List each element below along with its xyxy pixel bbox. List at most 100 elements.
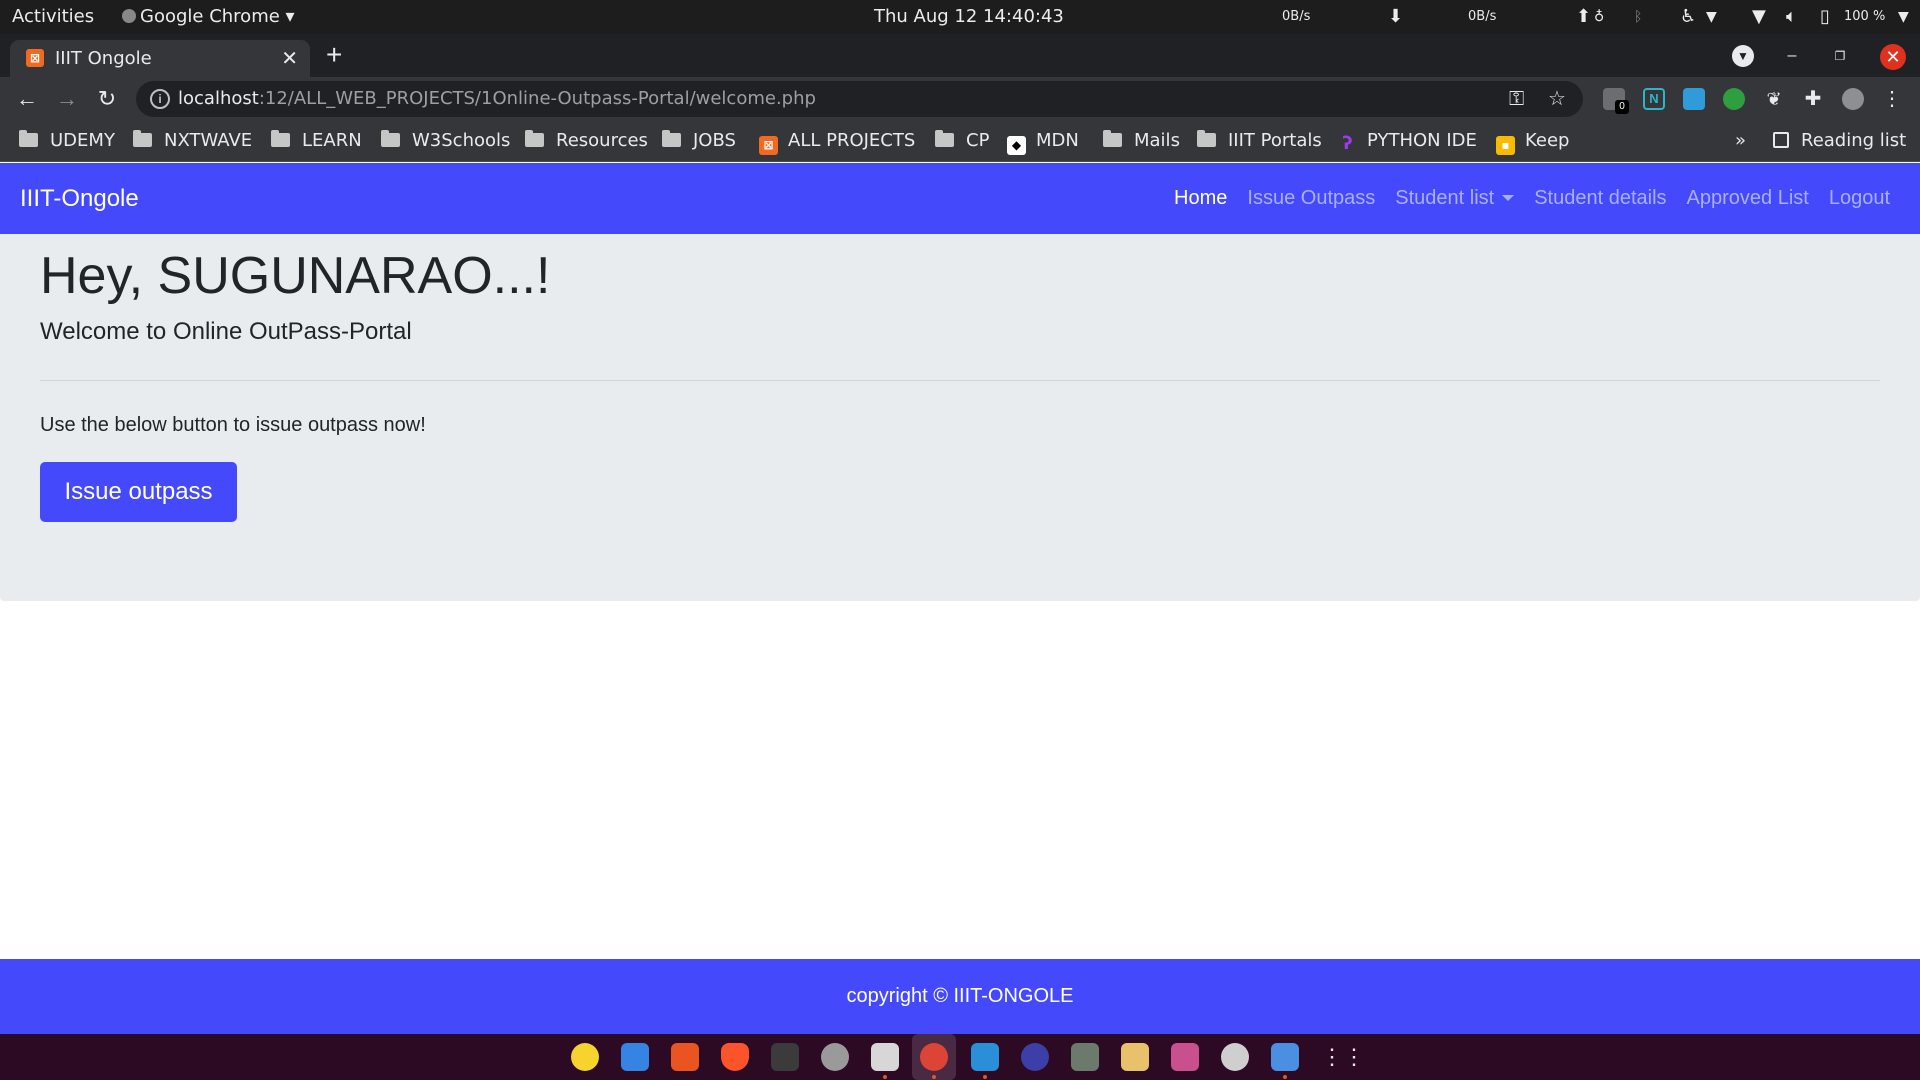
bookmarks-bar: UDEMY NXTWAVE LEARN W3Schools Resources …	[0, 121, 1920, 162]
bookmark-label: UDEMY	[50, 130, 115, 151]
bookmark-label: PYTHON IDE	[1367, 130, 1477, 151]
bookmark-nxtwave[interactable]: NXTWAVE	[133, 121, 252, 161]
nav-issue-outpass[interactable]: Issue Outpass	[1247, 187, 1375, 210]
file-manager-icon[interactable]	[1121, 1043, 1149, 1071]
nav-approved-list[interactable]: Approved List	[1687, 187, 1809, 210]
chrome-icon[interactable]	[920, 1043, 948, 1071]
chevron-down-icon[interactable]: ▼	[1706, 0, 1717, 34]
files-icon[interactable]	[871, 1043, 899, 1071]
activities-button[interactable]: Activities	[12, 0, 94, 34]
minimize-button[interactable]: –	[1780, 44, 1804, 68]
nav-home[interactable]: Home	[1174, 187, 1227, 210]
bookmark-label: ALL PROJECTS	[788, 130, 916, 151]
address-bar[interactable]: i localhost:12/ALL_WEB_PROJECTS/1Online-…	[136, 81, 1583, 117]
accessibility-icon[interactable]: ♿	[1680, 0, 1696, 34]
url-text[interactable]: localhost:12/ALL_WEB_PROJECTS/1Online-Ou…	[178, 81, 816, 117]
tab-search-icon[interactable]: ▼	[1732, 45, 1754, 67]
key-icon[interactable]: ⚿	[1509, 81, 1524, 117]
back-icon[interactable]: ←	[13, 85, 41, 113]
tree-extension-icon[interactable]	[1723, 88, 1745, 110]
bookmark-keep[interactable]: ▪ Keep	[1496, 121, 1569, 161]
bookmark-cp[interactable]: CP	[935, 121, 989, 161]
wifi-icon[interactable]: ▼	[1752, 0, 1766, 34]
battery-icon[interactable]: ▯	[1820, 0, 1830, 34]
download-arrow-icon: ⬇	[1388, 6, 1404, 27]
bookmark-udemy[interactable]: UDEMY	[19, 121, 115, 161]
running-indicator	[932, 1075, 936, 1079]
more-bookmarks-button[interactable]: »	[1735, 121, 1746, 161]
welcome-jumbotron: Hey, SUGUNARAO...! Welcome to Online Out…	[0, 234, 1920, 601]
rhythmbox-icon[interactable]	[571, 1043, 599, 1071]
close-window-button[interactable]: ✕	[1880, 44, 1906, 70]
bookmark-jobs[interactable]: JOBS	[662, 121, 736, 161]
bookmark-iiit-portals[interactable]: IIIT Portals	[1197, 121, 1322, 161]
tab-iiit-ongole[interactable]: ⊠ IIIT Ongole ✕	[10, 40, 310, 77]
dock: ⋮⋮	[0, 1034, 1920, 1080]
show-apps-grid-icon[interactable]: ⋮⋮	[1321, 1043, 1365, 1071]
notion-extension-icon[interactable]: N	[1643, 88, 1665, 110]
app-menu-label: Google Chrome	[140, 6, 280, 27]
folder-icon	[271, 130, 290, 147]
instruction-text: Use the below button to issue outpass no…	[40, 414, 426, 436]
dark-reader-icon[interactable]: ❦	[1763, 88, 1785, 110]
menu-kebab-icon[interactable]: ⋮	[1878, 85, 1906, 113]
maximize-button[interactable]: ❐	[1828, 44, 1852, 68]
close-tab-icon[interactable]: ✕	[281, 40, 298, 77]
puzzle-extensions-icon[interactable]: ✚	[1802, 88, 1824, 110]
nav-student-list[interactable]: Student list	[1395, 187, 1515, 210]
tab-title: IIIT Ongole	[55, 48, 152, 69]
new-tab-button[interactable]: +	[326, 40, 342, 70]
bookmark-label: MDN	[1036, 130, 1079, 151]
volume-icon[interactable]: 🔈︎	[1786, 0, 1797, 34]
bookmark-label: Mails	[1134, 130, 1180, 151]
nav-student-details[interactable]: Student details	[1534, 187, 1666, 210]
bookmark-all-projects[interactable]: ⊠ ALL PROJECTS	[759, 121, 915, 161]
bookmark-label: CP	[966, 130, 990, 151]
copy-extension-icon[interactable]	[1683, 88, 1705, 110]
reading-list-button[interactable]: Reading list	[1773, 121, 1906, 161]
welcome-heading: Hey, SUGUNARAO...!	[40, 247, 551, 305]
settings-gear-icon[interactable]	[821, 1043, 849, 1071]
folder-icon	[381, 130, 400, 147]
welcome-subtitle: Welcome to Online OutPass-Portal	[40, 318, 412, 345]
folder-icon	[1103, 130, 1122, 147]
folder-icon	[133, 130, 152, 147]
nav-student-list-label: Student list	[1395, 187, 1495, 209]
text-document-icon[interactable]	[621, 1043, 649, 1071]
reload-icon[interactable]: ↻	[93, 85, 121, 113]
nav-logout[interactable]: Logout	[1829, 187, 1890, 210]
bookmark-python-ide[interactable]: ʔ PYTHON IDE	[1338, 121, 1477, 161]
brave-browser-icon[interactable]	[721, 1043, 749, 1071]
bookmark-w3schools[interactable]: W3Schools	[381, 121, 510, 161]
clock[interactable]: Thu Aug 12 14:40:43	[874, 0, 1064, 34]
reading-list-icon	[1773, 132, 1789, 148]
bookmark-mails[interactable]: Mails	[1103, 121, 1180, 161]
terminal-icon[interactable]	[771, 1043, 799, 1071]
vscode-icon[interactable]	[971, 1043, 999, 1071]
folder-icon	[1197, 130, 1216, 147]
bookmark-mdn[interactable]: ◆ MDN	[1007, 121, 1079, 161]
screenshot-icon[interactable]	[1171, 1043, 1199, 1071]
issue-outpass-button[interactable]: Issue outpass	[40, 462, 237, 522]
profile-avatar[interactable]	[1842, 88, 1864, 110]
bookmark-star-icon[interactable]: ☆	[1548, 81, 1566, 117]
divider	[40, 380, 1880, 381]
extension-icon[interactable]: 0	[1603, 88, 1629, 114]
system-monitor-icon[interactable]	[1071, 1043, 1099, 1071]
site-info-icon[interactable]: i	[150, 89, 170, 109]
nav-links: Home Issue Outpass Student list Student …	[1154, 163, 1890, 234]
folder-icon	[525, 130, 544, 147]
site-brand[interactable]: IIIT-Ongole	[20, 163, 139, 234]
bookmark-label: Keep	[1525, 130, 1570, 151]
chevron-down-icon[interactable]: ▼	[1898, 0, 1909, 34]
app-menu[interactable]: Google Chrome ▾	[122, 0, 295, 34]
bookmark-learn[interactable]: LEARN	[271, 121, 362, 161]
eclipse-icon[interactable]	[1021, 1043, 1049, 1071]
mdn-icon: ◆	[1007, 136, 1026, 155]
forward-icon[interactable]: →	[53, 85, 81, 113]
bluetooth-icon[interactable]: ᛒ	[1634, 0, 1642, 34]
bookmark-resources[interactable]: Resources	[525, 121, 648, 161]
text-editor-icon[interactable]	[1271, 1043, 1299, 1071]
software-center-icon[interactable]	[671, 1043, 699, 1071]
media-icon[interactable]	[1221, 1043, 1249, 1071]
